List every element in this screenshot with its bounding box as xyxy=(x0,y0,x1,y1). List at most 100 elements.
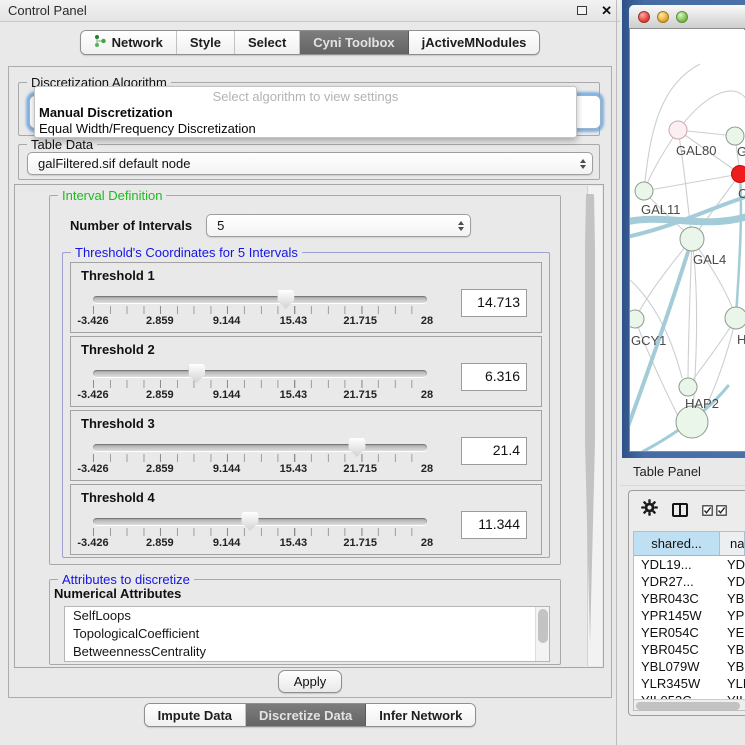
checkbox-icon[interactable] xyxy=(702,505,713,516)
checkbox-icon[interactable] xyxy=(716,505,727,516)
cell-name[interactable]: YBL0 xyxy=(720,658,745,675)
tick-label: -3.426 xyxy=(77,537,108,549)
network-window-titlebar[interactable] xyxy=(629,5,745,29)
list-item[interactable]: BetweennessCentrality xyxy=(65,643,549,661)
float-panel-icon[interactable] xyxy=(577,6,587,15)
tab-style-label: Style xyxy=(190,35,221,50)
tab-infer-network[interactable]: Infer Network xyxy=(366,704,475,726)
list-item[interactable]: SelfLoops xyxy=(65,607,549,625)
column-header-name[interactable]: na xyxy=(720,532,745,555)
slider-track[interactable] xyxy=(93,370,427,377)
table-body: YDL19... YDL1 YDR27... YDR2 YBR043C YBR0… xyxy=(634,556,745,709)
cell-shared-name[interactable]: YER054C xyxy=(634,624,720,641)
dropdown-option-equal-width[interactable]: Equal Width/Frequency Discretization xyxy=(35,121,576,137)
table-row[interactable]: YLR345W YLR3 xyxy=(634,675,745,692)
top-tabbar: Network Style Select Cyni Toolbox jActiv… xyxy=(0,22,620,62)
interval-definition-group: Interval Definition Number of Intervals … xyxy=(49,195,561,565)
table-row[interactable]: YBL079W YBL0 xyxy=(634,658,745,675)
tab-style[interactable]: Style xyxy=(177,31,235,54)
slider-track[interactable] xyxy=(93,518,427,525)
slider-track[interactable] xyxy=(93,444,427,451)
node-h-partial[interactable] xyxy=(725,307,745,329)
table-row[interactable]: YDR27... YDR2 xyxy=(634,573,745,590)
node-gcy1[interactable] xyxy=(630,310,644,328)
minimize-window-icon[interactable] xyxy=(657,11,669,23)
cell-name[interactable]: YDL1 xyxy=(720,556,745,573)
cell-shared-name[interactable]: YBR043C xyxy=(634,590,720,607)
node-gal80[interactable] xyxy=(669,121,687,139)
threshold-1-value-field[interactable]: 14.713 xyxy=(461,289,527,317)
cell-shared-name[interactable]: YDR27... xyxy=(634,573,720,590)
tick-label: -3.426 xyxy=(77,389,108,401)
tick-label: 9.144 xyxy=(213,463,241,475)
threshold-2-slider[interactable]: -3.426 2.859 9.144 15.43 21.715 28 xyxy=(93,370,427,402)
tick-label: 9.144 xyxy=(213,315,241,327)
cell-shared-name[interactable]: YDL19... xyxy=(634,556,720,573)
table-row[interactable]: YER054C YER0 xyxy=(634,624,745,641)
close-panel-icon[interactable]: ✕ xyxy=(601,4,612,17)
cell-shared-name[interactable]: YLR345W xyxy=(634,675,720,692)
table-row[interactable]: YBR043C YBR0 xyxy=(634,590,745,607)
node-hap2[interactable] xyxy=(679,378,697,396)
panel-title: Control Panel xyxy=(8,3,87,18)
cell-shared-name[interactable]: YBL079W xyxy=(634,658,720,675)
tick-label: 28 xyxy=(421,463,433,475)
numerical-attributes-list[interactable]: SelfLoops TopologicalCoefficient Between… xyxy=(64,606,550,662)
threshold-2-label: Threshold 2 xyxy=(81,342,155,357)
network-tree-icon xyxy=(94,34,107,51)
slider-track[interactable] xyxy=(93,296,427,303)
apply-button[interactable]: Apply xyxy=(278,670,342,693)
tab-cyni-toolbox[interactable]: Cyni Toolbox xyxy=(300,31,408,54)
tick-label: 21.715 xyxy=(343,463,377,475)
panel-scrollbar[interactable] xyxy=(587,186,602,666)
threshold-3-slider[interactable]: -3.426 2.859 9.144 15.43 21.715 28 xyxy=(93,444,427,476)
tab-network[interactable]: Network xyxy=(81,31,177,54)
control-panel-titlebar: Control Panel ✕ xyxy=(0,0,620,22)
node-gal4[interactable] xyxy=(680,227,704,251)
horizontal-scrollbar[interactable] xyxy=(634,699,745,710)
threshold-4-slider[interactable]: -3.426 2.859 9.144 15.43 21.715 28 xyxy=(93,518,427,550)
slider-tick-labels: -3.426 2.859 9.144 15.43 21.715 28 xyxy=(93,463,427,476)
threshold-3-value-field[interactable]: 21.4 xyxy=(461,437,527,465)
table-row[interactable]: YDL19... YDL1 xyxy=(634,556,745,573)
tab-discretize-data[interactable]: Discretize Data xyxy=(246,704,366,726)
split-columns-icon[interactable] xyxy=(672,503,688,517)
threshold-1-slider[interactable]: -3.426 2.859 9.144 15.43 21.715 28 xyxy=(93,296,427,328)
close-window-icon[interactable] xyxy=(638,11,650,23)
cell-name[interactable]: YDR2 xyxy=(720,573,745,590)
cell-name[interactable]: YBR0 xyxy=(720,641,745,658)
node-gal11[interactable] xyxy=(635,182,653,200)
dropdown-option-manual[interactable]: Manual Discretization xyxy=(35,105,576,121)
cell-name[interactable]: YLR3 xyxy=(720,675,745,692)
column-header-shared-name[interactable]: shared... xyxy=(634,532,720,555)
cell-name[interactable]: YPR1 xyxy=(720,607,745,624)
node-selected-red[interactable] xyxy=(732,166,745,183)
table-row[interactable]: YBR045C YBR0 xyxy=(634,641,745,658)
threshold-4-value-field[interactable]: 11.344 xyxy=(461,511,527,539)
number-of-intervals-value: 5 xyxy=(207,218,452,233)
slider-ticks xyxy=(93,528,427,536)
list-scrollbar[interactable] xyxy=(535,607,549,662)
number-of-intervals-combobox[interactable]: 5 xyxy=(206,214,471,237)
cell-shared-name[interactable]: YBR045C xyxy=(634,641,720,658)
list-item[interactable]: TopologicalCoefficient xyxy=(65,625,549,643)
tab-impute-data[interactable]: Impute Data xyxy=(145,704,246,726)
gear-icon[interactable] xyxy=(641,499,658,521)
zoom-window-icon[interactable] xyxy=(676,11,688,23)
table-data-combobox[interactable]: galFiltered.sif default node xyxy=(27,152,593,175)
cell-name[interactable]: YBR0 xyxy=(720,590,745,607)
threshold-2-value-field[interactable]: 6.316 xyxy=(461,363,527,391)
slider-tick-labels: -3.426 2.859 9.144 15.43 21.715 28 xyxy=(93,389,427,402)
tab-network-label: Network xyxy=(112,35,163,50)
table-row[interactable]: YPR145W YPR1 xyxy=(634,607,745,624)
tab-select[interactable]: Select xyxy=(235,31,300,54)
tick-label: 9.144 xyxy=(213,537,241,549)
cell-shared-name[interactable]: YPR145W xyxy=(634,607,720,624)
network-canvas[interactable]: GAL80 G. C GAL11 GAL4 GCY1 H HAP2 xyxy=(630,30,745,451)
network-nodes[interactable] xyxy=(630,121,745,438)
tab-jactivemnodules[interactable]: jActiveMNodules xyxy=(409,31,540,54)
cell-name[interactable]: YER0 xyxy=(720,624,745,641)
node-label: H xyxy=(737,332,745,347)
tick-label: -3.426 xyxy=(77,463,108,475)
node-g-partial[interactable] xyxy=(726,127,744,145)
